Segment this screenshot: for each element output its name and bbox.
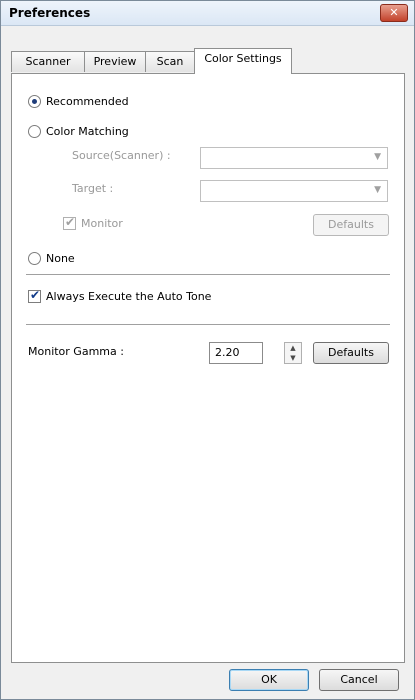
chevron-down-icon: ▼ — [374, 152, 381, 162]
none-label: None — [46, 252, 75, 265]
tab-scanner[interactable]: Scanner — [11, 51, 85, 72]
section-divider — [26, 274, 390, 275]
check-icon: ✔ — [30, 288, 41, 302]
tab-color-settings[interactable]: Color Settings — [194, 48, 292, 74]
monitor-gamma-input[interactable]: 2.20 — [209, 342, 263, 364]
recommended-label: Recommended — [46, 95, 129, 108]
color-matching-radio[interactable] — [28, 125, 41, 138]
source-scanner-dropdown[interactable]: ▼ — [200, 147, 388, 169]
source-label: Source(Scanner) : — [72, 149, 171, 162]
target-dropdown[interactable]: ▼ — [200, 180, 388, 202]
monitor-option[interactable]: ✔ Monitor — [63, 215, 123, 230]
radio-selected-dot — [32, 99, 37, 104]
color-matching-defaults-button[interactable]: Defaults — [313, 214, 389, 236]
monitor-checkbox[interactable]: ✔ — [63, 215, 76, 230]
color-matching-label: Color Matching — [46, 125, 129, 138]
chevron-down-icon: ▼ — [374, 185, 381, 195]
target-label: Target : — [72, 182, 114, 195]
none-radio[interactable] — [28, 252, 41, 265]
none-option[interactable]: None — [28, 252, 75, 265]
recommended-radio[interactable] — [28, 95, 41, 108]
close-icon: ✕ — [389, 6, 399, 19]
monitor-label: Monitor — [81, 217, 123, 230]
monitor-gamma-value: 2.20 — [215, 346, 240, 359]
spin-down-icon[interactable]: ▼ — [285, 353, 301, 363]
dialog-footer: OK Cancel — [1, 662, 414, 699]
auto-tone-option[interactable]: ✔ Always Execute the Auto Tone — [28, 288, 212, 303]
cancel-button[interactable]: Cancel — [319, 669, 399, 691]
preferences-dialog: Preferences ✕ Scanner Preview Scan Color… — [0, 0, 415, 700]
monitor-gamma-spinner[interactable]: ▲ ▼ — [284, 342, 302, 364]
tab-preview[interactable]: Preview — [84, 51, 146, 72]
auto-tone-label: Always Execute the Auto Tone — [46, 290, 212, 303]
title-bar[interactable]: Preferences ✕ — [1, 1, 414, 26]
color-settings-panel: Recommended Color Matching Source(Scanne… — [11, 73, 405, 663]
check-icon: ✔ — [65, 215, 76, 229]
close-button[interactable]: ✕ — [380, 4, 408, 22]
monitor-gamma-label: Monitor Gamma : — [28, 345, 124, 358]
gamma-defaults-button[interactable]: Defaults — [313, 342, 389, 364]
tab-scan[interactable]: Scan — [145, 51, 195, 72]
section-divider — [26, 324, 390, 325]
recommended-option[interactable]: Recommended — [28, 95, 129, 108]
spin-up-icon[interactable]: ▲ — [285, 343, 301, 353]
color-matching-option[interactable]: Color Matching — [28, 125, 129, 138]
window-title: Preferences — [9, 6, 91, 20]
auto-tone-checkbox[interactable]: ✔ — [28, 288, 41, 303]
ok-button[interactable]: OK — [229, 669, 309, 691]
